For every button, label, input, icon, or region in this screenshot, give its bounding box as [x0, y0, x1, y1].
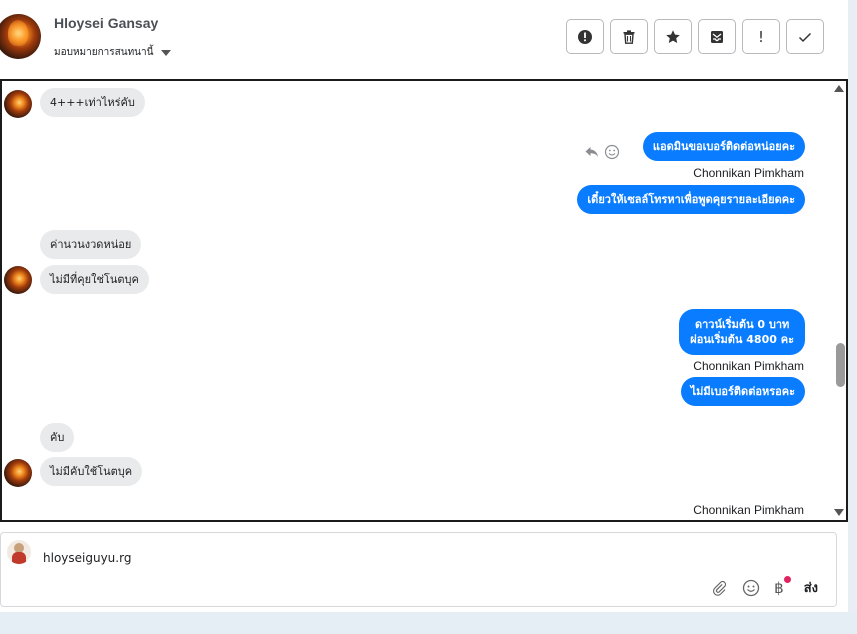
scroll-down-arrow[interactable]	[834, 509, 844, 516]
conversation-header: Hloysei Gansay มอบหมายการสนทนานี้ !	[0, 0, 848, 78]
message-line: ดาวน์เริ่มต้น 0 บาท	[694, 318, 790, 331]
incoming-message[interactable]: ค่านวนงวดหน่อย	[40, 230, 142, 259]
exclamation-icon: !	[757, 27, 764, 46]
incoming-message[interactable]: ไม่มีคับใช้โนตบุค	[40, 457, 143, 486]
message-thread[interactable]: 4+++เท่าไหร่คับ แอดมินขอเบอร์ติดต่อหน่อย…	[0, 79, 848, 522]
scroll-up-arrow[interactable]	[834, 85, 844, 92]
incoming-message[interactable]: ไม่มีที่คุยใช่โนตบุค	[40, 265, 149, 294]
sender-name: Chonnikan Pimkham	[693, 166, 804, 180]
emoji-icon[interactable]	[742, 579, 760, 597]
outgoing-message[interactable]: ดาวน์เริ่มต้น 0 บาท ผ่อนเริ่มต้น 4800 คะ	[679, 309, 805, 355]
star-icon	[666, 29, 680, 43]
sender-name: Chonnikan Pimkham	[693, 503, 804, 517]
assign-label: มอบหมายการสนทนานี้	[54, 47, 154, 58]
assign-conversation-dropdown[interactable]: มอบหมายการสนทนานี้	[54, 45, 172, 60]
contact-name[interactable]: Hloysei Gansay	[54, 15, 158, 31]
baht-icon: ฿	[774, 578, 784, 597]
payment-button[interactable]: ฿	[774, 575, 791, 597]
inbox-app: Hloysei Gansay มอบหมายการสนทนานี้ ! 4+++…	[0, 0, 848, 634]
outgoing-message[interactable]: เดี๋ยวให้เซลล์โทรหาเพื่อพูดคุยรายละเอียด…	[577, 185, 805, 214]
agent-avatar	[7, 540, 31, 564]
contact-avatar[interactable]	[0, 14, 41, 59]
alert-circle-icon	[578, 29, 592, 44]
message-input[interactable]	[43, 548, 743, 568]
contact-avatar-small	[4, 459, 32, 487]
emoji-react-icon[interactable]	[604, 144, 620, 160]
star-button[interactable]	[654, 19, 692, 54]
thread-scrollbar[interactable]	[832, 81, 846, 520]
archive-icon	[711, 30, 723, 43]
check-icon	[798, 32, 812, 42]
reply-icon[interactable]	[584, 144, 600, 160]
incoming-message[interactable]: 4+++เท่าไหร่คับ	[40, 88, 145, 117]
scroll-thumb[interactable]	[836, 343, 845, 387]
message-composer: ฿ ส่ง	[0, 532, 837, 607]
sender-name: Chonnikan Pimkham	[693, 359, 804, 373]
caret-down-icon	[161, 49, 172, 56]
send-button[interactable]: ส่ง	[804, 577, 818, 598]
paperclip-icon[interactable]	[710, 579, 728, 597]
follow-up-button[interactable]: !	[742, 19, 780, 54]
page-footer-strip	[0, 612, 857, 634]
contact-avatar-small	[4, 266, 32, 294]
mark-spam-button[interactable]	[566, 19, 604, 54]
notification-dot	[783, 575, 791, 583]
archive-button[interactable]	[698, 19, 736, 54]
mark-done-button[interactable]	[786, 19, 824, 54]
outgoing-message[interactable]: ไม่มีเบอร์ติดต่อหรอคะ	[680, 377, 805, 406]
outgoing-message[interactable]: แอดมินขอเบอร์ติดต่อหน่อยคะ	[642, 132, 805, 161]
conversation-toolbar: !	[566, 19, 824, 54]
composer-tools: ฿ ส่ง	[710, 575, 818, 598]
message-actions	[584, 144, 620, 160]
message-line: ผ่อนเริ่มต้น 4800 คะ	[690, 333, 794, 346]
delete-button[interactable]	[610, 19, 648, 54]
trash-icon	[623, 29, 635, 44]
contact-avatar-small	[4, 90, 32, 118]
incoming-message[interactable]: คับ	[40, 423, 75, 452]
